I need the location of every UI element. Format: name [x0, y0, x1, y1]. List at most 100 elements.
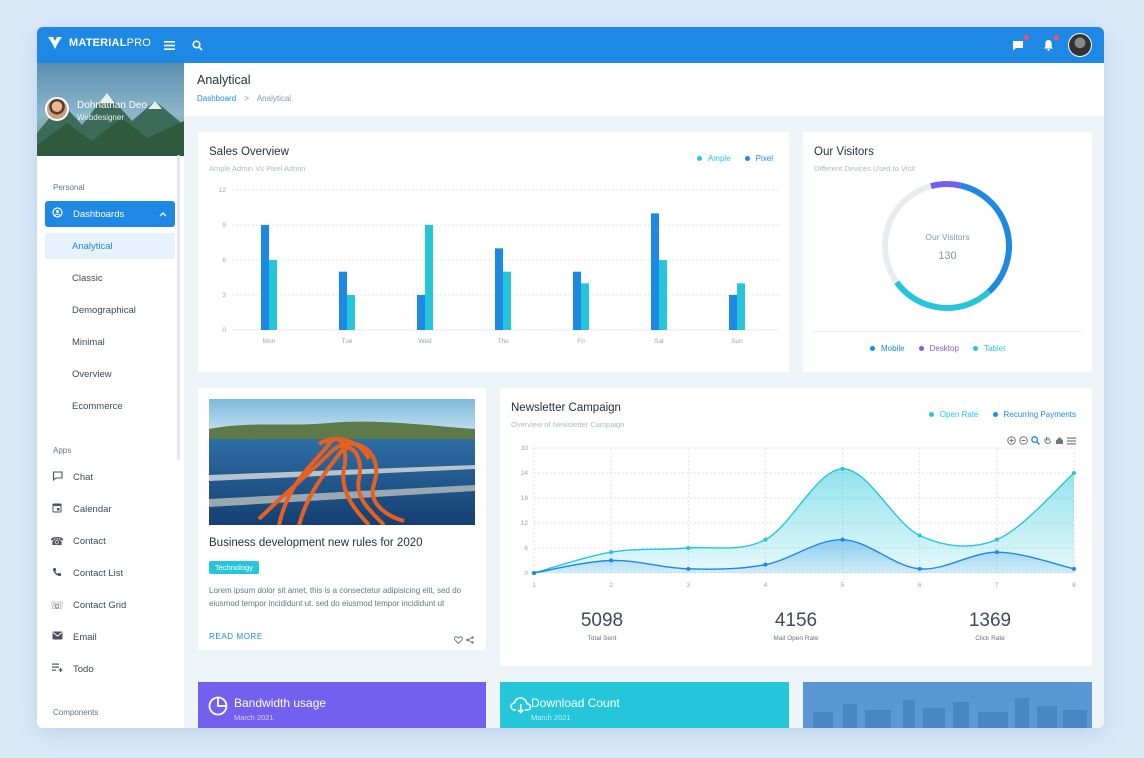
- donut-slice-desktop: [930, 181, 962, 190]
- sidebar-item-ecommerce[interactable]: Ecommerce: [45, 393, 175, 419]
- sidebar-item-email[interactable]: Email: [45, 624, 175, 650]
- donut-slice-tablet: [894, 280, 992, 311]
- card-date: March 2021: [234, 713, 274, 722]
- sidebar-item-label: Contact List: [73, 567, 124, 579]
- profile-name[interactable]: Dohnathan Deo: [77, 100, 147, 111]
- y-tick-label: 24: [521, 470, 529, 477]
- blog-title[interactable]: Business development new rules for 2020: [209, 537, 479, 549]
- y-tick-label: 12: [219, 187, 227, 194]
- menu-icon[interactable]: [161, 27, 177, 63]
- x-tick-label: 4: [764, 582, 768, 589]
- sidebar-item-todo[interactable]: Todo: [45, 656, 175, 682]
- legend-dot: [992, 412, 998, 417]
- logo-icon: [48, 37, 62, 49]
- message-icon[interactable]: [1009, 27, 1027, 63]
- sidebar-item-demographical[interactable]: Demographical: [45, 297, 175, 323]
- bell-icon[interactable]: [1039, 27, 1057, 63]
- mail-icon: [50, 631, 64, 643]
- sidebar-item-overview[interactable]: Overview: [45, 361, 175, 387]
- city-image-card: [803, 682, 1092, 728]
- sidebar-item-contact-grid[interactable]: ☏ Contact Grid: [45, 592, 175, 618]
- top-bar: MATERIAL PRO: [37, 27, 1104, 63]
- page-title: Analytical: [197, 73, 251, 87]
- data-point: [686, 566, 691, 571]
- bell-notify-dot: [1054, 35, 1059, 40]
- section-personal: Personal: [53, 183, 85, 192]
- sidebar-item-label: Email: [73, 631, 97, 643]
- stat-label: Mail Open Rate: [773, 635, 819, 642]
- legend-label: Tablet: [983, 344, 1006, 353]
- breadcrumb: Dashboard > Analytical: [197, 94, 291, 103]
- x-tick-label: 5: [841, 582, 845, 589]
- search-icon[interactable]: [189, 27, 205, 63]
- data-point: [994, 537, 999, 542]
- app-window: MATERIAL PRO Dohnathan Deo Webdesigner P…: [37, 27, 1104, 728]
- legend-dot: [918, 346, 924, 351]
- todo-list-icon: [50, 663, 64, 675]
- read-more-link[interactable]: READ MORE: [209, 632, 263, 641]
- calendar-icon: [50, 502, 64, 516]
- legend-label: Open Rate: [939, 410, 979, 419]
- blog-image-rope[interactable]: [209, 399, 475, 525]
- download-count-card: Download Count March 2021: [500, 682, 789, 728]
- phone-icon: ☎: [50, 535, 64, 548]
- sidebar-item-label: Minimal: [72, 336, 105, 348]
- sidebar-item-dashboards[interactable]: Dashboards: [45, 201, 175, 227]
- legend-label: Recurring Payments: [1003, 410, 1076, 419]
- data-point: [1072, 566, 1076, 571]
- logo-text-light: PRO: [126, 37, 152, 49]
- chevron-up-icon: [159, 209, 167, 219]
- sidebar-item-contact-list[interactable]: Contact List: [45, 560, 175, 586]
- stat-label: Click Rate: [975, 635, 1005, 642]
- y-tick-label: 18: [521, 495, 529, 502]
- sidebar-item-analytical[interactable]: Analytical: [45, 233, 175, 259]
- donut-center-label: Our Visitors: [925, 232, 970, 242]
- sidebar-item-chat[interactable]: Chat: [45, 464, 175, 490]
- data-point: [840, 537, 845, 542]
- sidebar-item-calendar[interactable]: Calendar: [45, 496, 175, 522]
- x-tick-label: Thu: [497, 338, 509, 345]
- y-tick-label: 3: [222, 292, 226, 299]
- sidebar-item-classic[interactable]: Classic: [45, 265, 175, 291]
- heart-icon[interactable]: [454, 631, 463, 649]
- data-point: [532, 571, 536, 575]
- blog-tag[interactable]: Technology: [209, 561, 259, 574]
- legend-dot: [928, 412, 934, 417]
- our-visitors-card: Our Visitors Different Devices Used to V…: [803, 132, 1092, 372]
- sales-overview-card: Sales Overview Ample Admin Vs Pixel Admi…: [198, 132, 789, 372]
- logo[interactable]: MATERIAL PRO: [47, 36, 151, 50]
- bar-ample-thu: [495, 248, 503, 330]
- page-header: Analytical Dashboard > Analytical: [184, 63, 1104, 116]
- data-point: [763, 562, 768, 567]
- newsletter-card: Newsletter Campaign Overview of Newslett…: [500, 388, 1092, 666]
- profile-role: Webdesigner: [77, 113, 124, 122]
- data-point: [917, 533, 922, 538]
- card-title: Newsletter Campaign: [511, 402, 621, 414]
- y-tick-label: 0: [524, 570, 528, 577]
- bar-pixel-thu: [503, 271, 511, 330]
- legend-dot: [972, 346, 978, 351]
- x-tick-label: Fri: [577, 338, 585, 345]
- sidebar-item-minimal[interactable]: Minimal: [45, 329, 175, 355]
- data-point: [917, 566, 922, 571]
- bar-pixel-sat: [659, 260, 667, 330]
- profile-avatar[interactable]: [45, 97, 69, 121]
- data-point: [994, 550, 999, 555]
- y-tick-label: 6: [222, 257, 226, 264]
- data-point: [840, 466, 845, 471]
- sidebar-item-label: Demographical: [72, 304, 136, 316]
- x-tick-label: 2: [609, 582, 613, 589]
- user-avatar[interactable]: [1068, 33, 1092, 57]
- share-icon[interactable]: [466, 631, 474, 649]
- breadcrumb-separator: >: [244, 94, 250, 103]
- sidebar-scrollbar[interactable]: [177, 155, 180, 460]
- sales-bar-chart: 0 3 6 9 12 Mon Tue Wed Thu Fri Sat Sun: [219, 187, 778, 345]
- sidebar-item-label: Analytical: [72, 240, 113, 252]
- sidebar-item-label: Classic: [72, 272, 103, 284]
- bar-ample-wed: [417, 295, 425, 330]
- x-tick-label: Sat: [654, 338, 664, 345]
- breadcrumb-home[interactable]: Dashboard: [197, 94, 236, 103]
- dashboard-icon: [50, 207, 64, 221]
- breadcrumb-current: Analytical: [256, 94, 292, 103]
- sidebar-item-contact[interactable]: ☎ Contact: [45, 528, 175, 554]
